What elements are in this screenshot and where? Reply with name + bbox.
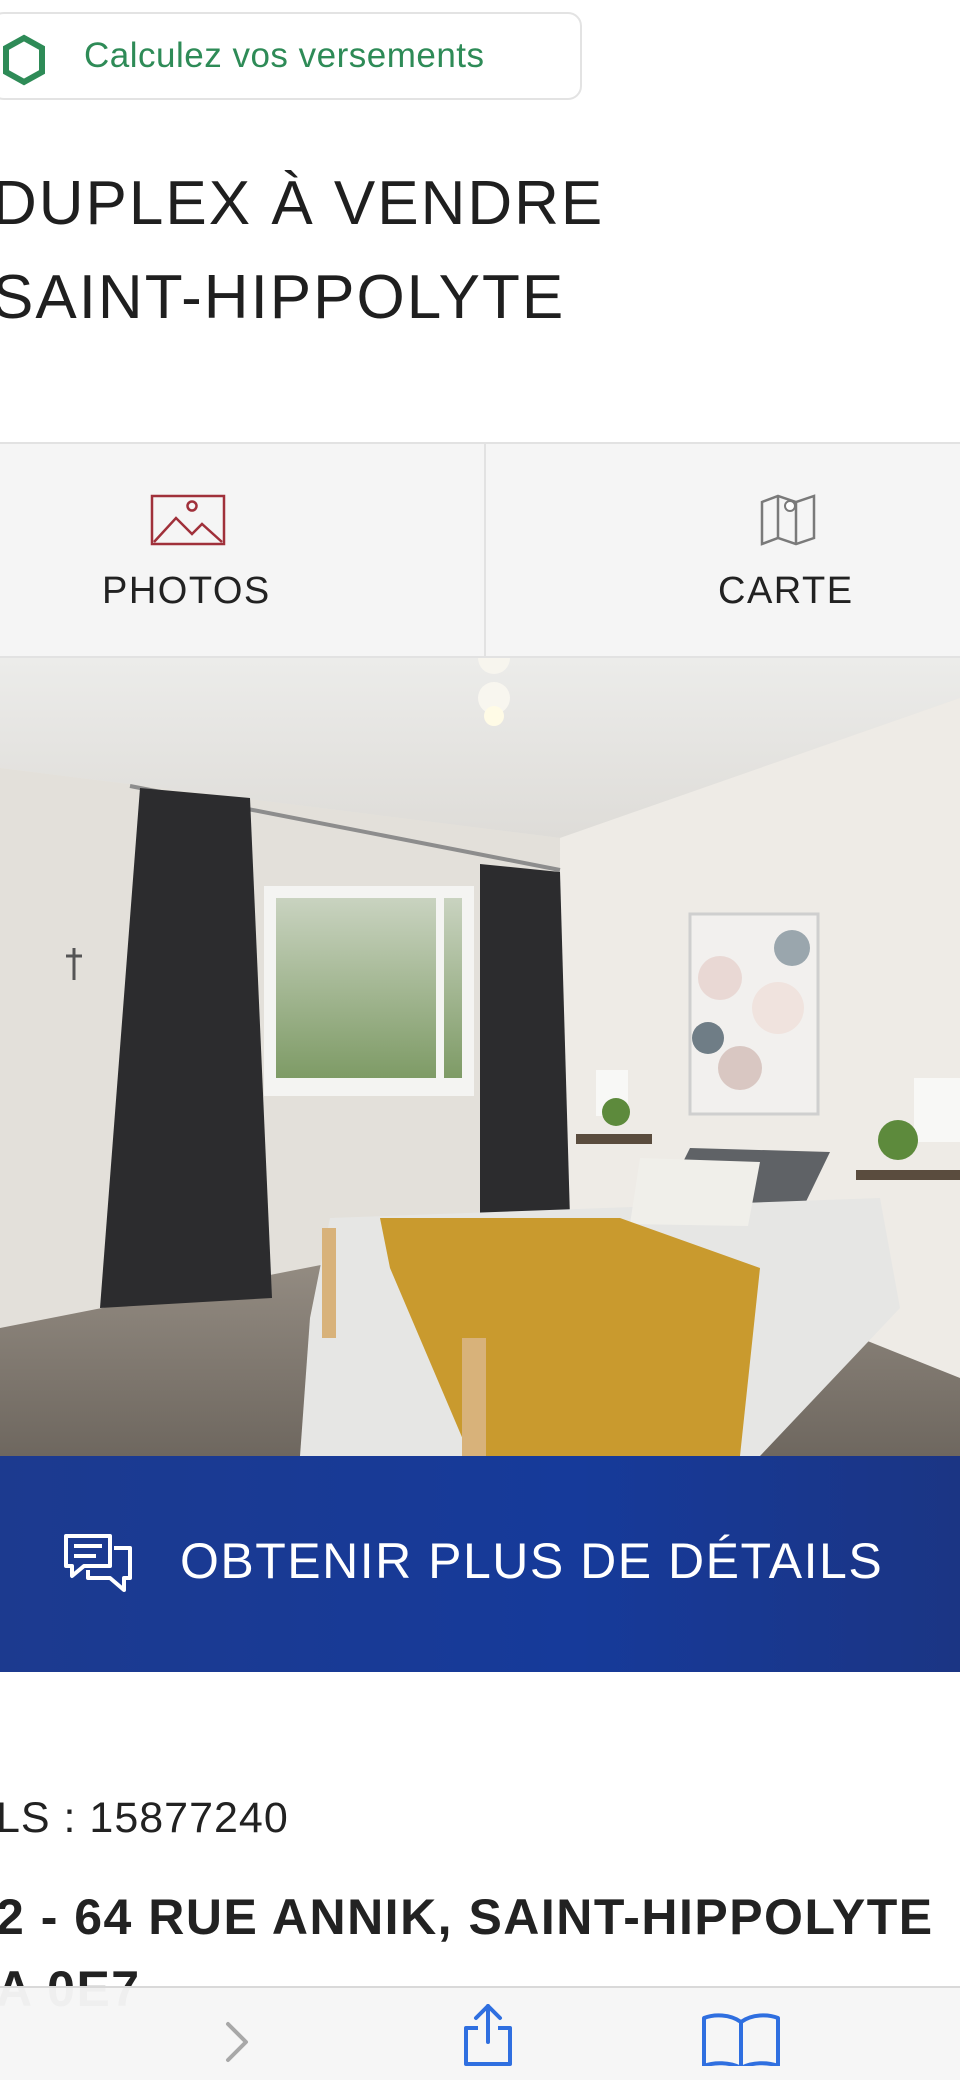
hexagon-icon (3, 34, 45, 86)
mls-number: LS : 15877240 (0, 1794, 289, 1842)
calculate-payments-label: Calculez vos versements (84, 36, 485, 75)
listing-city: SAINT-HIPPOLYTE (0, 263, 566, 332)
forward-icon[interactable] (222, 2018, 252, 2066)
listing-photo[interactable] (0, 658, 960, 1456)
browser-toolbar (0, 1986, 960, 2080)
more-details-label: OBTENIR PLUS DE DÉTAILS (180, 1533, 884, 1589)
tab-photos-label: PHOTOS (102, 570, 271, 612)
chat-bubbles-icon (64, 1534, 132, 1592)
tab-map[interactable]: CARTE (488, 444, 960, 656)
share-icon[interactable] (458, 2004, 518, 2066)
tab-map-label: CARTE (718, 570, 854, 612)
calculate-payments-button[interactable]: Calculez vos versements (0, 12, 582, 100)
tab-photos[interactable]: PHOTOS (0, 444, 486, 656)
media-tabs: PHOTOS CARTE (0, 442, 960, 658)
image-icon (150, 494, 226, 546)
listing-title: DUPLEX À VENDRE (0, 169, 605, 238)
map-icon (760, 494, 816, 546)
listing-address: 2 - 64 RUE ANNIK, SAINT-HIPPOLYTE (0, 1889, 934, 1945)
bedroom-photo (0, 658, 960, 1456)
more-details-button[interactable]: OBTENIR PLUS DE DÉTAILS (0, 1456, 960, 1672)
bookmarks-icon[interactable] (700, 2010, 782, 2066)
